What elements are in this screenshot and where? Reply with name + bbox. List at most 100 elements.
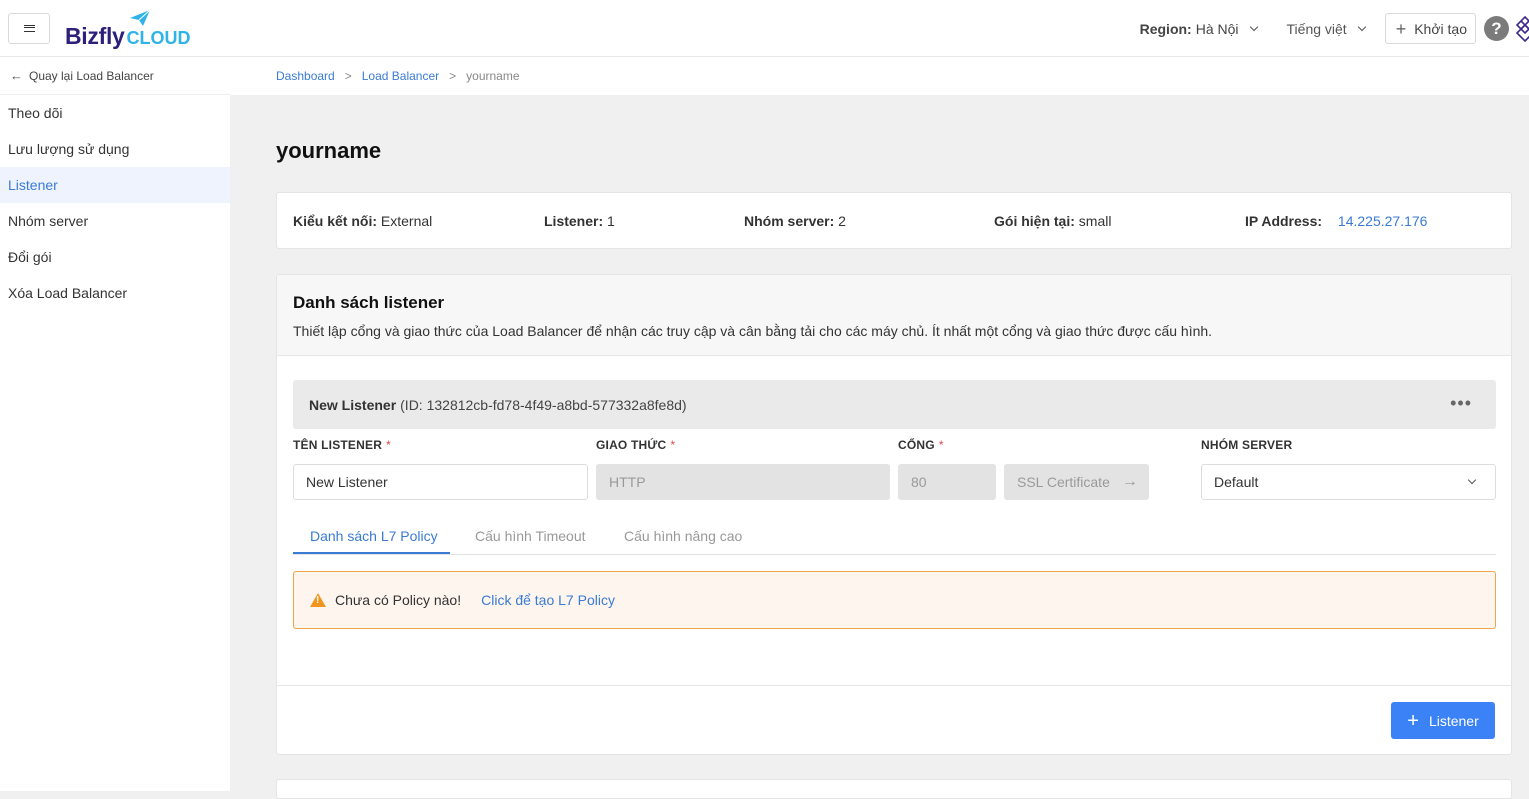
server-group-field-label: NHÓM SERVER bbox=[1201, 438, 1292, 452]
server-group-count-label: Nhóm server: bbox=[744, 213, 835, 229]
listener-header-bar: New Listener (ID: 132812cb-fd78-4f49-a8b… bbox=[293, 380, 1496, 429]
sidebar-item-label: Lưu lượng sử dụng bbox=[8, 141, 130, 157]
region-value: Hà Nội bbox=[1195, 20, 1239, 37]
ssl-certificate-button[interactable]: SSL Certificate → bbox=[1004, 464, 1149, 500]
listener-list-header: Danh sách listener Thiết lập cổng và gia… bbox=[277, 275, 1511, 356]
listener-count-label: Listener: bbox=[544, 213, 604, 229]
region-label: Region: bbox=[1139, 20, 1192, 37]
logo-main-text: Bizfly bbox=[65, 23, 125, 49]
create-button[interactable]: + Khởi tạo bbox=[1384, 13, 1476, 44]
server-group-select[interactable]: Default bbox=[1201, 464, 1496, 500]
sidebar-item-label: Listener bbox=[8, 177, 58, 193]
listener-name-input-value: New Listener bbox=[306, 474, 388, 490]
sidebar-item-label: Nhóm server bbox=[8, 213, 89, 229]
active-tab-indicator bbox=[293, 552, 450, 554]
server-group-count-value: 2 bbox=[838, 213, 846, 229]
sidebar-item-label: Theo dõi bbox=[8, 105, 63, 121]
sidebar-item-traffic[interactable]: Lưu lượng sử dụng bbox=[0, 131, 230, 167]
help-icon[interactable]: ? bbox=[1484, 16, 1509, 41]
listener-list-card: Danh sách listener Thiết lập cổng và gia… bbox=[276, 274, 1512, 755]
sidebar-item-listener[interactable]: Listener bbox=[0, 167, 230, 203]
apps-grid-icon[interactable] bbox=[1515, 15, 1529, 43]
connection-type-info: Kiểu kết nối: External bbox=[293, 213, 432, 229]
listener-list-footer: + Listener bbox=[277, 685, 1511, 755]
sidebar: ← Quay lại Load Balancer Theo dõi Lưu lư… bbox=[0, 57, 230, 791]
breadcrumb-dashboard[interactable]: Dashboard bbox=[276, 69, 335, 83]
language-value: Tiếng việt bbox=[1286, 20, 1347, 37]
back-to-load-balancer-link[interactable]: ← Quay lại Load Balancer bbox=[0, 57, 230, 95]
field-label-text: CỔNG bbox=[898, 438, 935, 452]
sidebar-item-delete-load-balancer[interactable]: Xóa Load Balancer bbox=[0, 275, 230, 311]
menu-toggle-button[interactable] bbox=[8, 13, 50, 44]
port-input[interactable]: 80 bbox=[898, 464, 996, 500]
sidebar-item-label: Đổi gói bbox=[8, 249, 52, 265]
language-selector[interactable]: Tiếng việt bbox=[1286, 20, 1366, 37]
page-title: yourname bbox=[276, 138, 382, 163]
listener-count-info: Listener: 1 bbox=[544, 213, 615, 229]
add-listener-button[interactable]: + Listener bbox=[1391, 702, 1495, 739]
create-l7-policy-link[interactable]: Click để tạo L7 Policy bbox=[481, 592, 615, 608]
ip-address-info: IP Address: 14.225.27.176 bbox=[1245, 213, 1427, 229]
protocol-field-label: GIAO THỨC * bbox=[596, 438, 675, 452]
top-bar: Bizfly CLOUD Region: Hà Nội Tiếng việt +… bbox=[0, 0, 1529, 57]
listener-name: New Listener bbox=[309, 396, 397, 413]
breadcrumb-current: yourname bbox=[466, 69, 520, 83]
load-balancer-info-card: Kiểu kết nối: External Listener: 1 Nhóm … bbox=[276, 192, 1512, 249]
required-mark: * bbox=[670, 438, 676, 452]
tab-advanced-config[interactable]: Cấu hình nâng cao bbox=[624, 528, 742, 544]
region-selector[interactable]: Region: Hà Nội bbox=[1139, 20, 1258, 37]
listener-list-title: Danh sách listener bbox=[293, 293, 445, 312]
breadcrumb-load-balancer[interactable]: Load Balancer bbox=[362, 69, 439, 83]
field-label-text: GIAO THỨC bbox=[596, 438, 667, 452]
server-group-count-info: Nhóm server: 2 bbox=[744, 213, 846, 229]
connection-type-label: Kiểu kết nối: bbox=[293, 213, 378, 229]
ip-address-label: IP Address: bbox=[1245, 213, 1323, 229]
sidebar-item-monitoring[interactable]: Theo dõi bbox=[0, 95, 230, 131]
plus-icon: + bbox=[1407, 709, 1419, 732]
breadcrumb-separator: > bbox=[344, 69, 352, 83]
port-field-label: CỔNG * bbox=[898, 438, 944, 452]
top-right-actions: Region: Hà Nội Tiếng việt + Khởi tạo ? bbox=[1140, 0, 1529, 57]
logo-sub-text: CLOUD bbox=[126, 28, 191, 48]
field-label-text: NHÓM SERVER bbox=[1201, 438, 1293, 452]
current-plan-value: small bbox=[1078, 213, 1112, 229]
paper-plane-icon bbox=[130, 9, 151, 26]
more-options-icon[interactable]: ••• bbox=[1450, 394, 1472, 412]
required-mark: * bbox=[938, 438, 944, 452]
breadcrumb-separator: > bbox=[449, 69, 457, 83]
breadcrumb: Dashboard > Load Balancer > yourname bbox=[230, 57, 1529, 95]
ssl-certificate-label: SSL Certificate bbox=[1017, 474, 1110, 490]
field-label-text: TÊN LISTENER bbox=[293, 438, 383, 452]
current-plan-info: Gói hiện tại: small bbox=[994, 213, 1111, 229]
chevron-down-icon bbox=[1467, 475, 1477, 485]
sidebar-item-label: Xóa Load Balancer bbox=[8, 285, 128, 301]
add-listener-label: Listener bbox=[1428, 712, 1479, 729]
listener-name-input[interactable]: New Listener bbox=[293, 464, 588, 500]
current-plan-label: Gói hiện tại: bbox=[994, 213, 1075, 229]
listener-name-field-label: TÊN LISTENER * bbox=[293, 438, 391, 452]
port-input-value: 80 bbox=[911, 474, 927, 490]
required-mark: * bbox=[386, 438, 391, 452]
tab-l7-policy-list[interactable]: Danh sách L7 Policy bbox=[310, 528, 438, 544]
sidebar-item-server-group[interactable]: Nhóm server bbox=[0, 203, 230, 239]
ip-address-value[interactable]: 14.225.27.176 bbox=[1338, 213, 1428, 229]
create-button-label: Khởi tạo bbox=[1414, 20, 1467, 37]
warning-icon bbox=[310, 593, 326, 607]
no-policy-alert: Chưa có Policy nào! Click để tạo L7 Poli… bbox=[293, 571, 1496, 629]
tab-timeout-config[interactable]: Cấu hình Timeout bbox=[475, 528, 586, 544]
listener-list-description: Thiết lập cổng và giao thức của Load Bal… bbox=[293, 323, 1213, 339]
chevron-down-icon bbox=[1249, 22, 1258, 31]
sidebar-item-change-plan[interactable]: Đổi gói bbox=[0, 239, 230, 275]
listener-count-value: 1 bbox=[607, 213, 615, 229]
next-section-card bbox=[276, 779, 1512, 799]
arrow-right-icon: → bbox=[1121, 473, 1138, 490]
protocol-input[interactable]: HTTP bbox=[596, 464, 890, 500]
hamburger-icon bbox=[23, 25, 35, 32]
back-link-label: Quay lại Load Balancer bbox=[29, 68, 154, 83]
plus-icon: + bbox=[1395, 18, 1407, 39]
bizfly-cloud-logo[interactable]: Bizfly CLOUD bbox=[65, 9, 191, 49]
arrow-left-icon: ← bbox=[10, 68, 23, 83]
connection-type-value: External bbox=[380, 213, 433, 229]
server-group-select-value: Default bbox=[1214, 474, 1259, 490]
listener-id: (ID: 132812cb-fd78-4f49-a8bd-577332a8fe8… bbox=[400, 396, 687, 413]
